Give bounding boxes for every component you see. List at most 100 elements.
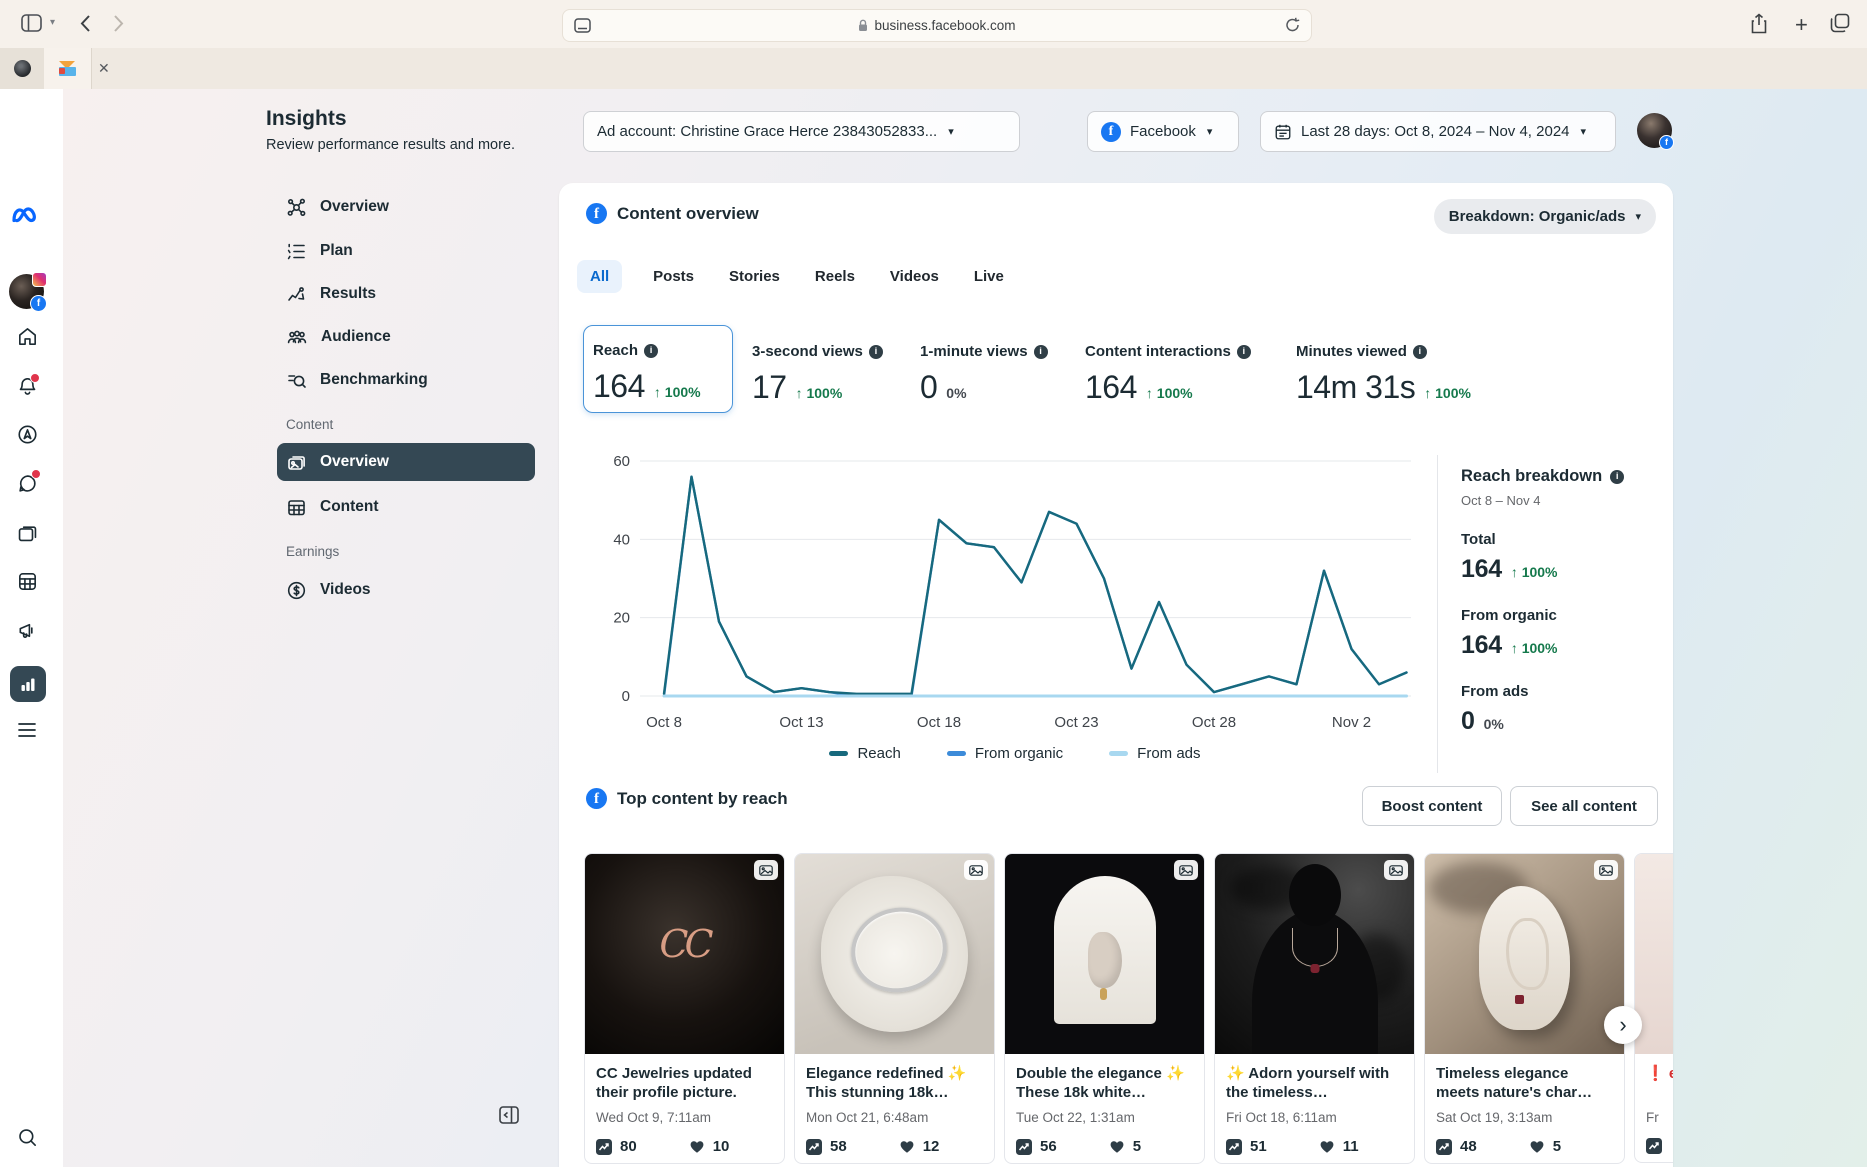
ad-account-dropdown[interactable]: Ad account: Christine Grace Herce 238430… [583,111,1020,152]
messages-icon[interactable] [0,469,54,495]
reload-icon[interactable] [1285,17,1300,33]
planner-icon[interactable] [0,570,54,593]
chevron-down-icon[interactable]: ▾ [50,17,55,28]
info-icon[interactable]: i [644,343,659,358]
nav-content-overview[interactable]: Overview [277,443,535,481]
breakdown-dropdown[interactable]: Breakdown: Organic/ads ▾ [1433,199,1656,234]
calendar-icon [1274,123,1292,141]
card-title-row: f Content overview [586,203,759,224]
info-icon[interactable]: i [1033,344,1048,359]
reach-stat-icon [1436,1138,1452,1155]
nav-benchmarking[interactable]: Benchmarking [277,361,535,399]
content-card[interactable]: Double the elegance ✨ These 18k white… T… [1004,853,1205,1164]
url-bar[interactable]: business.facebook.com [562,9,1312,42]
sidebar-toggle-icon[interactable] [21,14,42,32]
close-tab-icon[interactable]: ✕ [98,59,110,77]
photo-badge-icon [1384,860,1408,880]
insights-bar-chart-icon [21,678,35,691]
svg-text:0: 0 [622,688,630,705]
tab-overview-icon[interactable] [1830,13,1850,33]
svg-text:Oct 18: Oct 18 [917,714,961,731]
notifications-icon[interactable] [0,373,54,398]
new-tab-icon[interactable]: + [1795,12,1808,38]
business-avatar[interactable]: f [9,272,47,312]
date-range-dropdown[interactable]: Last 28 days: Oct 8, 2024 – Nov 4, 2024 … [1260,111,1616,152]
photo-badge-icon [1594,860,1618,880]
platform-dropdown[interactable]: f Facebook ▾ [1087,111,1239,152]
nav-section-content: Content [286,417,334,432]
tab-live[interactable]: Live [970,260,1008,293]
chart-legend: Reach From organic From ads [600,745,1430,762]
metric-reach[interactable]: Reach i 164 ↑ 100% [583,325,733,413]
collapse-nav-button[interactable] [499,1106,519,1124]
facebook-icon: f [586,203,607,224]
photo-badge-icon [1174,860,1198,880]
facebook-icon: f [1101,121,1121,142]
svg-text:Oct 13: Oct 13 [779,714,823,731]
photo-badge-icon [754,860,778,880]
legend-item[interactable]: From ads [1109,745,1201,762]
likes-stat-icon [1320,1141,1334,1153]
info-icon[interactable]: i [1236,344,1251,359]
nav-overview[interactable]: Overview [277,188,535,226]
legend-item[interactable]: Reach [829,745,901,762]
nav-audience[interactable]: Audience [277,318,535,356]
facebook-icon: f [586,788,607,809]
content-card[interactable]: ✨ Adorn yourself with the timeless… Fri … [1214,853,1415,1164]
ads-manager-icon[interactable] [0,423,54,446]
content-overview-card: f Content overview Breakdown: Organic/ad… [559,183,1673,1167]
tab-strip: ✕ Meta Business Suite [0,48,1867,123]
boost-content-button[interactable]: Boost content [1362,786,1502,826]
reach-stat-icon [806,1138,822,1155]
browser-tab-active[interactable] [44,48,92,89]
metric-1-minute-views[interactable]: 1-minute views i 0 0% [920,343,1048,406]
content-posts-icon[interactable] [0,521,54,544]
all-tools-icon[interactable] [0,720,54,740]
next-cards-button[interactable]: › [1604,1006,1642,1044]
content-card[interactable]: CC CC Jewelries updated their profile pi… [584,853,785,1164]
tab-stories[interactable]: Stories [725,260,784,293]
tab-reels[interactable]: Reels [811,260,859,293]
info-icon[interactable]: i [868,344,883,359]
profile-avatar[interactable]: f [1637,113,1674,150]
content-card-image [1005,854,1204,1054]
info-icon[interactable]: i [1412,344,1427,359]
nav-videos[interactable]: Videos [277,571,535,609]
info-icon[interactable]: i [1610,469,1625,484]
reach-chart: 0 20 40 60 Oct 8 Oct 13 Oct 18 Oct 23 Oct 28 Nov … [613,453,1411,731]
insights-nav-selected[interactable] [10,666,46,702]
likes-stat-icon [1530,1141,1544,1153]
home-icon[interactable] [0,325,54,348]
chevron-down-icon: ▾ [1635,211,1641,223]
search-icon[interactable] [0,1126,54,1149]
chevron-down-icon: ▾ [1580,126,1587,138]
forward-button[interactable] [113,14,124,33]
legend-item[interactable]: From organic [946,745,1063,762]
svg-text:Oct 23: Oct 23 [1054,714,1098,731]
svg-text:40: 40 [613,531,630,548]
tab-all[interactable]: All [577,260,623,293]
nav-plan[interactable]: Plan [277,232,535,270]
share-icon[interactable] [1750,13,1768,34]
nav-results[interactable]: Results [277,275,535,313]
content-card[interactable]: Elegance redefined ✨ This stunning 18k… … [794,853,995,1164]
tab-videos[interactable]: Videos [886,260,943,293]
see-all-content-button[interactable]: See all content [1510,786,1658,826]
reach-stat-icon [1226,1138,1242,1155]
likes-stat-icon [1110,1141,1124,1153]
page-title: Insights [266,107,347,130]
content-card[interactable]: ❗ el Fr [1634,853,1673,1163]
metric-minutes-viewed[interactable]: Minutes viewed i 14m 31s ↑ 100% [1296,343,1471,406]
metric-3-second-views[interactable]: 3-second views i 17 ↑ 100% [752,343,883,406]
content-card[interactable]: Timeless elegance meets nature's char… S… [1424,853,1625,1164]
metric-content-interactions[interactable]: Content interactions i 164 ↑ 100% [1085,343,1251,406]
back-button[interactable] [80,14,91,33]
svg-text:60: 60 [613,453,630,470]
nav-content[interactable]: Content [277,488,535,526]
reach-stat-icon [1646,1138,1662,1154]
tab-posts[interactable]: Posts [649,260,698,293]
browser-tab-pinned[interactable] [0,48,45,89]
chevron-down-icon: ▾ [948,126,954,138]
ads-megaphone-icon[interactable] [0,619,54,642]
meta-home-logo-icon[interactable] [0,204,54,226]
